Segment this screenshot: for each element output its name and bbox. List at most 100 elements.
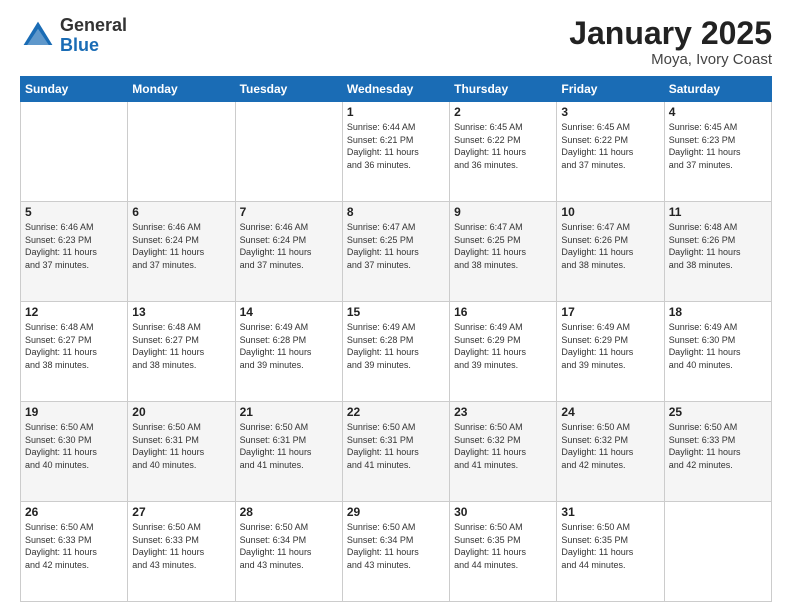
day-info: Sunrise: 6:46 AM Sunset: 6:23 PM Dayligh…	[25, 221, 123, 271]
day-info: Sunrise: 6:50 AM Sunset: 6:33 PM Dayligh…	[669, 421, 767, 471]
day-info: Sunrise: 6:50 AM Sunset: 6:35 PM Dayligh…	[561, 521, 659, 571]
day-number: 23	[454, 405, 552, 419]
calendar-cell: 6 Sunrise: 6:46 AM Sunset: 6:24 PM Daylig…	[128, 202, 235, 302]
calendar-cell: 13Sunrise: 6:48 AM Sunset: 6:27 PM Dayli…	[128, 302, 235, 402]
day-info: Sunrise: 6:46 AM Sunset: 6:24 PM Dayligh…	[132, 221, 230, 271]
logo: General Blue	[20, 16, 127, 56]
day-info: Sunrise: 6:48 AM Sunset: 6:27 PM Dayligh…	[25, 321, 123, 371]
day-info: Sunrise: 6:50 AM Sunset: 6:34 PM Dayligh…	[347, 521, 445, 571]
calendar-cell: 26 Sunrise: 6:50 AM Sunset: 6:33 PM Dayli…	[21, 502, 128, 602]
day-info: Sunrise: 6:50 AM Sunset: 6:31 PM Dayligh…	[240, 421, 338, 471]
day-number: 30	[454, 505, 552, 519]
weekday-header-wednesday: Wednesday	[342, 77, 449, 102]
calendar-cell: 20 Sunrise: 6:50 AM Sunset: 6:31 PM Dayli…	[128, 402, 235, 502]
day-info: Sunrise: 6:49 AM Sunset: 6:29 PM Dayligh…	[561, 321, 659, 371]
day-info: Sunrise: 6:50 AM Sunset: 6:35 PM Dayligh…	[454, 521, 552, 571]
calendar-week-2: 5Sunrise: 6:46 AM Sunset: 6:23 PM Daylig…	[21, 202, 772, 302]
day-info: Sunrise: 6:50 AM Sunset: 6:32 PM Dayligh…	[561, 421, 659, 471]
weekday-header-monday: Monday	[128, 77, 235, 102]
calendar-cell: 12 Sunrise: 6:48 AM Sunset: 6:27 PM Dayli…	[21, 302, 128, 402]
calendar-cell: 10 Sunrise: 6:47 AM Sunset: 6:26 PM Dayli…	[557, 202, 664, 302]
day-number: 18	[669, 305, 767, 319]
day-number: 3	[561, 105, 659, 119]
day-number: 19	[25, 405, 123, 419]
day-number: 2	[454, 105, 552, 119]
day-info: Sunrise: 6:47 AM Sunset: 6:26 PM Dayligh…	[561, 221, 659, 271]
day-number: 16	[454, 305, 552, 319]
page: General Blue January 2025 Moya, Ivory Co…	[0, 0, 792, 612]
day-number: 11	[669, 205, 767, 219]
day-info: Sunrise: 6:50 AM Sunset: 6:30 PM Dayligh…	[25, 421, 123, 471]
day-number: 24	[561, 405, 659, 419]
day-number: 6	[132, 205, 230, 219]
day-info: Sunrise: 6:50 AM Sunset: 6:34 PM Dayligh…	[240, 521, 338, 571]
day-info: Sunrise: 6:47 AM Sunset: 6:25 PM Dayligh…	[347, 221, 445, 271]
calendar-cell: 7 Sunrise: 6:46 AM Sunset: 6:24 PM Daylig…	[235, 202, 342, 302]
calendar-table: SundayMondayTuesdayWednesdayThursdayFrid…	[20, 76, 772, 602]
title-month: January 2025	[569, 16, 772, 51]
day-number: 8	[347, 205, 445, 219]
weekday-header-thursday: Thursday	[450, 77, 557, 102]
day-info: Sunrise: 6:49 AM Sunset: 6:29 PM Dayligh…	[454, 321, 552, 371]
calendar-cell: 30 Sunrise: 6:50 AM Sunset: 6:35 PM Dayli…	[450, 502, 557, 602]
calendar-week-5: 26 Sunrise: 6:50 AM Sunset: 6:33 PM Dayli…	[21, 502, 772, 602]
day-info: Sunrise: 6:46 AM Sunset: 6:24 PM Dayligh…	[240, 221, 338, 271]
day-number: 13	[132, 305, 230, 319]
calendar-week-1: 1 Sunrise: 6:44 AM Sunset: 6:21 PM Daylig…	[21, 102, 772, 202]
day-info: Sunrise: 6:45 AM Sunset: 6:23 PM Dayligh…	[669, 121, 767, 171]
day-number: 14	[240, 305, 338, 319]
calendar-cell: 5Sunrise: 6:46 AM Sunset: 6:23 PM Daylig…	[21, 202, 128, 302]
weekday-header-row: SundayMondayTuesdayWednesdayThursdayFrid…	[21, 77, 772, 102]
calendar-cell	[21, 102, 128, 202]
calendar-cell: 23 Sunrise: 6:50 AM Sunset: 6:32 PM Dayli…	[450, 402, 557, 502]
day-number: 26	[25, 505, 123, 519]
calendar-cell: 29Sunrise: 6:50 AM Sunset: 6:34 PM Dayli…	[342, 502, 449, 602]
weekday-header-sunday: Sunday	[21, 77, 128, 102]
day-number: 4	[669, 105, 767, 119]
day-info: Sunrise: 6:50 AM Sunset: 6:32 PM Dayligh…	[454, 421, 552, 471]
title-block: January 2025 Moya, Ivory Coast	[569, 16, 772, 68]
calendar-cell: 15 Sunrise: 6:49 AM Sunset: 6:28 PM Dayli…	[342, 302, 449, 402]
day-number: 9	[454, 205, 552, 219]
day-number: 7	[240, 205, 338, 219]
day-number: 12	[25, 305, 123, 319]
logo-text: General Blue	[60, 16, 127, 56]
calendar-cell: 24 Sunrise: 6:50 AM Sunset: 6:32 PM Dayli…	[557, 402, 664, 502]
calendar-cell: 2 Sunrise: 6:45 AM Sunset: 6:22 PM Daylig…	[450, 102, 557, 202]
day-info: Sunrise: 6:49 AM Sunset: 6:28 PM Dayligh…	[347, 321, 445, 371]
day-info: Sunrise: 6:45 AM Sunset: 6:22 PM Dayligh…	[561, 121, 659, 171]
header: General Blue January 2025 Moya, Ivory Co…	[20, 16, 772, 68]
calendar-cell: 25Sunrise: 6:50 AM Sunset: 6:33 PM Dayli…	[664, 402, 771, 502]
day-info: Sunrise: 6:48 AM Sunset: 6:26 PM Dayligh…	[669, 221, 767, 271]
day-number: 28	[240, 505, 338, 519]
day-info: Sunrise: 6:45 AM Sunset: 6:22 PM Dayligh…	[454, 121, 552, 171]
calendar-cell: 14Sunrise: 6:49 AM Sunset: 6:28 PM Dayli…	[235, 302, 342, 402]
day-info: Sunrise: 6:50 AM Sunset: 6:33 PM Dayligh…	[132, 521, 230, 571]
day-number: 15	[347, 305, 445, 319]
calendar-cell: 22Sunrise: 6:50 AM Sunset: 6:31 PM Dayli…	[342, 402, 449, 502]
calendar-cell: 27 Sunrise: 6:50 AM Sunset: 6:33 PM Dayli…	[128, 502, 235, 602]
day-info: Sunrise: 6:49 AM Sunset: 6:30 PM Dayligh…	[669, 321, 767, 371]
day-info: Sunrise: 6:50 AM Sunset: 6:33 PM Dayligh…	[25, 521, 123, 571]
calendar-cell: 16 Sunrise: 6:49 AM Sunset: 6:29 PM Dayli…	[450, 302, 557, 402]
calendar-week-4: 19 Sunrise: 6:50 AM Sunset: 6:30 PM Dayli…	[21, 402, 772, 502]
calendar-cell: 31 Sunrise: 6:50 AM Sunset: 6:35 PM Dayli…	[557, 502, 664, 602]
day-info: Sunrise: 6:50 AM Sunset: 6:31 PM Dayligh…	[132, 421, 230, 471]
day-number: 10	[561, 205, 659, 219]
day-number: 17	[561, 305, 659, 319]
calendar-cell	[235, 102, 342, 202]
day-number: 27	[132, 505, 230, 519]
calendar-week-3: 12 Sunrise: 6:48 AM Sunset: 6:27 PM Dayli…	[21, 302, 772, 402]
calendar-cell: 3 Sunrise: 6:45 AM Sunset: 6:22 PM Daylig…	[557, 102, 664, 202]
day-info: Sunrise: 6:44 AM Sunset: 6:21 PM Dayligh…	[347, 121, 445, 171]
calendar-cell	[664, 502, 771, 602]
weekday-header-friday: Friday	[557, 77, 664, 102]
day-number: 31	[561, 505, 659, 519]
day-number: 20	[132, 405, 230, 419]
calendar-cell: 8 Sunrise: 6:47 AM Sunset: 6:25 PM Daylig…	[342, 202, 449, 302]
calendar-cell: 9Sunrise: 6:47 AM Sunset: 6:25 PM Daylig…	[450, 202, 557, 302]
day-number: 21	[240, 405, 338, 419]
calendar-cell: 11 Sunrise: 6:48 AM Sunset: 6:26 PM Dayli…	[664, 202, 771, 302]
day-number: 1	[347, 105, 445, 119]
calendar-cell: 4 Sunrise: 6:45 AM Sunset: 6:23 PM Daylig…	[664, 102, 771, 202]
